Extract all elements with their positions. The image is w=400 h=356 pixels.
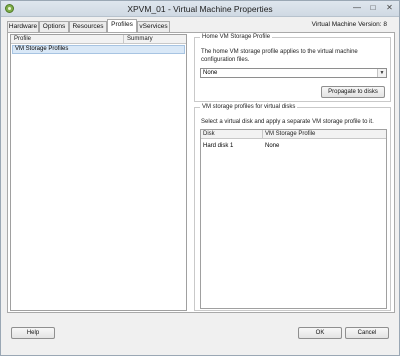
disk-storage-profiles-group: VM storage profiles for virtual disks Se…	[194, 103, 391, 311]
vm-properties-window: XPVM_01 - Virtual Machine Properties — □…	[0, 0, 400, 356]
column-header-profile[interactable]: Profile	[11, 35, 124, 44]
disk-profile-cell[interactable]: None	[265, 142, 279, 150]
home-storage-profile-description: The home VM storage profile applies to t…	[201, 49, 358, 63]
tab-options[interactable]: Options	[39, 21, 69, 32]
propagate-to-disks-button[interactable]: Propagate to disks	[321, 86, 385, 98]
home-storage-profile-group: Home VM Storage Profile The home VM stor…	[194, 33, 391, 102]
profile-list: Profile Summary VM Storage Profiles	[10, 34, 187, 311]
tab-resources[interactable]: Resources	[69, 21, 107, 32]
column-header-disk[interactable]: Disk	[201, 130, 263, 139]
column-header-summary[interactable]: Summary	[124, 35, 186, 44]
profile-list-item-vm-storage-profiles[interactable]: VM Storage Profiles	[12, 45, 185, 54]
help-button[interactable]: Help	[11, 327, 55, 339]
disk-table-header: Disk VM Storage Profile	[201, 130, 386, 139]
tab-vservices[interactable]: vServices	[137, 21, 170, 32]
column-header-vm-storage-profile[interactable]: VM Storage Profile	[263, 130, 386, 139]
cancel-button[interactable]: Cancel	[345, 327, 389, 339]
home-storage-profile-value: None	[203, 70, 218, 76]
disk-storage-profiles-description: Select a virtual disk and apply a separa…	[201, 119, 374, 125]
tab-profiles[interactable]: Profiles	[107, 19, 137, 32]
window-title: XPVM_01 - Virtual Machine Properties	[127, 4, 273, 14]
maximize-button[interactable]: □	[365, 3, 381, 14]
disk-storage-profiles-legend: VM storage profiles for virtual disks	[200, 103, 298, 112]
vm-version-label: Virtual Machine Version: 8	[311, 21, 387, 28]
title-bar: XPVM_01 - Virtual Machine Properties — □…	[1, 1, 399, 17]
home-storage-profile-legend: Home VM Storage Profile	[200, 33, 273, 42]
ok-button[interactable]: OK	[298, 327, 342, 339]
profiles-tab-panel: Profile Summary VM Storage Profiles Home…	[7, 32, 395, 313]
disk-profile-table: Disk VM Storage Profile Hard disk 1 None	[200, 129, 387, 309]
minimize-button[interactable]: —	[349, 3, 365, 14]
home-storage-profile-select[interactable]: None ▼	[200, 68, 387, 78]
chevron-down-icon[interactable]: ▼	[377, 69, 386, 77]
profile-list-header: Profile Summary	[11, 35, 186, 44]
disk-name-cell[interactable]: Hard disk 1	[203, 142, 233, 150]
tab-hardware[interactable]: Hardware	[7, 21, 39, 32]
close-button[interactable]: ✕	[381, 3, 398, 14]
